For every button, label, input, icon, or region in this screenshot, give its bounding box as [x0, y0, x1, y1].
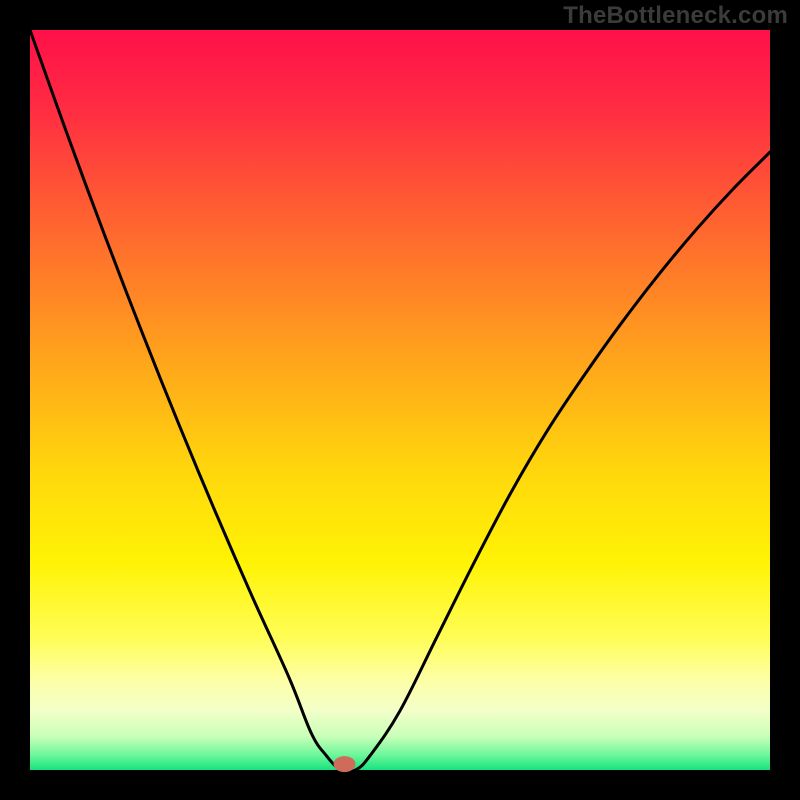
watermark-text: TheBottleneck.com	[563, 2, 788, 30]
chart-frame: TheBottleneck.com	[0, 0, 800, 800]
plot-background	[30, 30, 770, 770]
optimal-point-marker	[334, 756, 356, 772]
bottleneck-chart	[0, 0, 800, 800]
